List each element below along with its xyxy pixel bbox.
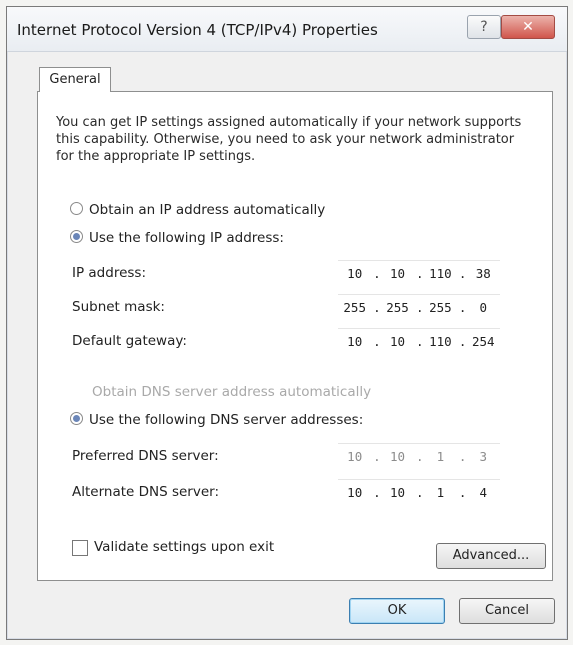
dns-manual-radio[interactable] bbox=[70, 412, 83, 425]
ip-octet: 1 bbox=[436, 484, 445, 500]
ip-manual-radio[interactable] bbox=[70, 230, 83, 243]
general-panel: You can get IP settings assigned automat… bbox=[37, 91, 553, 581]
octet-dot: . bbox=[458, 265, 467, 281]
description-text: You can get IP settings assigned automat… bbox=[56, 115, 522, 164]
validate-checkbox[interactable] bbox=[72, 540, 88, 556]
close-button[interactable]: ✕ bbox=[501, 15, 555, 39]
octet-dot: . bbox=[415, 484, 424, 500]
octet-dot: . bbox=[373, 299, 381, 315]
ip-octet: 110 bbox=[429, 265, 452, 281]
ip-octet: 10 bbox=[347, 448, 363, 464]
octet-dot: . bbox=[458, 448, 467, 464]
ip-octet: 3 bbox=[479, 448, 487, 464]
ip-octet: 255 bbox=[429, 299, 452, 315]
octet-dot: . bbox=[458, 299, 467, 315]
cancel-button[interactable]: Cancel bbox=[459, 598, 555, 624]
ip-octet: 255 bbox=[386, 299, 409, 315]
subnet-mask-field[interactable]: 255. 255. 255. 0 bbox=[338, 294, 500, 319]
octet-dot: . bbox=[373, 484, 381, 500]
subnet-mask-label: Subnet mask: bbox=[72, 299, 165, 315]
dns-manual-label: Use the following DNS server addresses: bbox=[89, 412, 364, 428]
preferred-dns-field[interactable]: 10. 10. 1. 3 bbox=[338, 443, 500, 468]
octet-dot: . bbox=[373, 333, 381, 349]
advanced-button[interactable]: Advanced... bbox=[436, 543, 546, 569]
octet-dot: . bbox=[458, 484, 467, 500]
default-gateway-field[interactable]: 10. 10. 110. 254 bbox=[338, 328, 500, 353]
tcpip-properties-dialog: Internet Protocol Version 4 (TCP/IPv4) P… bbox=[6, 6, 568, 640]
title-bar[interactable]: Internet Protocol Version 4 (TCP/IPv4) P… bbox=[7, 7, 567, 52]
ip-octet: 254 bbox=[471, 333, 495, 349]
octet-dot: . bbox=[415, 299, 424, 315]
ip-octet: 38 bbox=[475, 265, 491, 281]
ip-octet: 10 bbox=[347, 265, 363, 281]
ip-octet: 10 bbox=[347, 333, 363, 349]
octet-dot: . bbox=[415, 448, 424, 464]
ip-octet: 0 bbox=[479, 299, 487, 315]
window-title: Internet Protocol Version 4 (TCP/IPv4) P… bbox=[17, 21, 378, 39]
ip-auto-option[interactable]: Obtain an IP address automatically bbox=[70, 202, 325, 218]
ip-address-field[interactable]: 10. 10. 110. 38 bbox=[338, 260, 500, 285]
ip-address-label: IP address: bbox=[72, 265, 146, 281]
ip-manual-option[interactable]: Use the following IP address: bbox=[70, 230, 284, 246]
tab-general[interactable]: General bbox=[39, 67, 111, 92]
ip-auto-radio[interactable] bbox=[70, 202, 83, 215]
ip-octet: 110 bbox=[429, 333, 452, 349]
dns-auto-label: Obtain DNS server address automatically bbox=[92, 384, 372, 400]
preferred-dns-label: Preferred DNS server: bbox=[72, 448, 219, 464]
ip-octet: 10 bbox=[390, 448, 406, 464]
ip-octet: 4 bbox=[479, 484, 487, 500]
octet-dot: . bbox=[373, 448, 381, 464]
help-button[interactable]: ? bbox=[467, 15, 501, 39]
ip-auto-label: Obtain an IP address automatically bbox=[89, 202, 326, 218]
ip-octet: 255 bbox=[343, 299, 366, 315]
ip-octet: 10 bbox=[390, 484, 406, 500]
octet-dot: . bbox=[415, 265, 424, 281]
alternate-dns-field[interactable]: 10. 10. 1. 4 bbox=[338, 479, 500, 504]
ip-octet: 10 bbox=[390, 333, 406, 349]
alternate-dns-label: Alternate DNS server: bbox=[72, 484, 220, 500]
ip-octet: 1 bbox=[436, 448, 445, 464]
ip-octet: 10 bbox=[390, 265, 406, 281]
ok-button[interactable]: OK bbox=[349, 598, 445, 624]
octet-dot: . bbox=[415, 333, 424, 349]
octet-dot: . bbox=[373, 265, 381, 281]
ip-manual-label: Use the following IP address: bbox=[89, 230, 284, 246]
dns-manual-option[interactable]: Use the following DNS server addresses: bbox=[70, 412, 363, 428]
validate-label: Validate settings upon exit bbox=[94, 539, 275, 555]
dns-auto-option[interactable]: Obtain DNS server address automatically bbox=[92, 384, 371, 400]
ip-octet: 10 bbox=[347, 484, 363, 500]
default-gateway-label: Default gateway: bbox=[72, 333, 187, 349]
octet-dot: . bbox=[458, 333, 467, 349]
